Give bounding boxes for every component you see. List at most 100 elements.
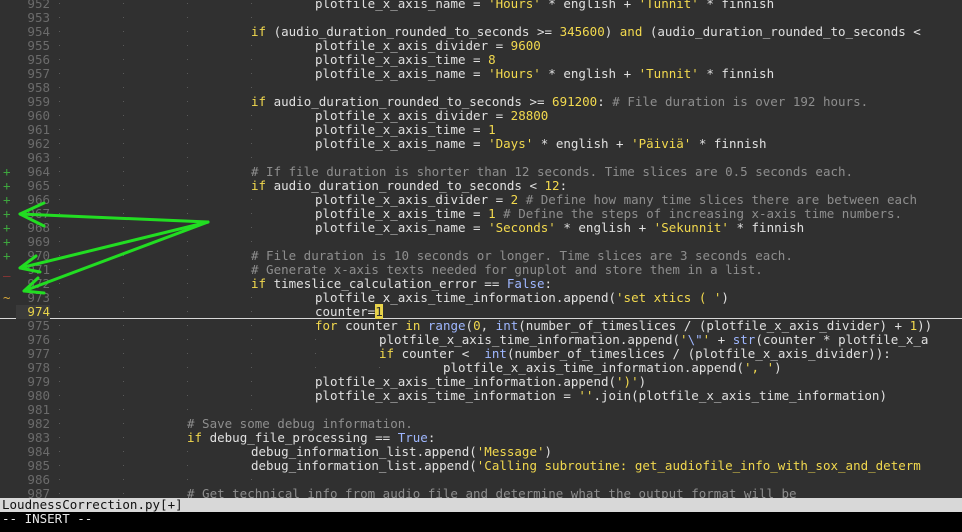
indent-guide xyxy=(315,347,316,361)
code-token: False xyxy=(506,276,545,291)
code-line[interactable]: 977 if counter < int(number_of_timeslices… xyxy=(0,347,962,361)
code-token: plotfile_x_axis_time_information = xyxy=(315,388,579,403)
code-line[interactable]: 984 debug_information_list.append('Messag… xyxy=(0,445,962,459)
code-line[interactable]: 983 if debug_file_processing == True: xyxy=(0,431,962,445)
line-number: 960 xyxy=(27,108,50,123)
code-text: plotfile_x_axis_time_information.append(… xyxy=(443,361,782,375)
indent-guide xyxy=(187,179,188,193)
indent-guide xyxy=(187,151,188,165)
code-token: timeslice_calculation_error == xyxy=(266,276,507,291)
indent-guide xyxy=(187,39,188,53)
code-line[interactable]: 985 debug_information_list.append('Callin… xyxy=(0,459,962,473)
line-number: 982 xyxy=(27,416,50,431)
code-line[interactable]: +964 # If file duration is shorter than 1… xyxy=(0,165,962,179)
code-line[interactable]: 953 xyxy=(0,11,962,25)
code-line[interactable]: _ 971 # Generate x-axis texts needed for g… xyxy=(0,263,962,277)
code-line[interactable]: +970 # File duration is 10 seconds or lon… xyxy=(0,249,962,263)
code-text: # Save some debug information. xyxy=(187,417,413,431)
code-token: debug_information_list.append( xyxy=(251,458,477,473)
indent-guide xyxy=(59,417,60,431)
indent-guide xyxy=(251,123,252,137)
code-line[interactable]: +965 if audio_duration_rounded_to_seconds… xyxy=(0,179,962,193)
code-line[interactable]: 980 plotfile_x_axis_time_information = ''… xyxy=(0,389,962,403)
code-text: counter=1 xyxy=(315,304,383,319)
code-line[interactable]: 974 counter=1 xyxy=(0,304,962,319)
code-token: # Define the steps of increasing x-axis … xyxy=(503,206,903,221)
diff-sign: ~ xyxy=(3,290,11,305)
indent-guide xyxy=(123,277,124,291)
code-editor[interactable]: 952 plotfile_x_axis_name = 'Hours' * engl… xyxy=(0,0,962,498)
code-token: 1 xyxy=(909,318,918,333)
indent-guide xyxy=(123,39,124,53)
code-line[interactable]: 960 plotfile_x_axis_divider = 28800 xyxy=(0,109,962,123)
indent-guide xyxy=(123,11,124,25)
code-token: * finnish xyxy=(698,66,775,81)
code-token: (number_of_timeslices / (plotfile_x_axis… xyxy=(518,318,910,333)
code-line[interactable]: 981 xyxy=(0,403,962,417)
status-line: LoudnessCorrection.py[+] xyxy=(0,498,962,512)
indent-guide xyxy=(59,277,60,291)
code-line[interactable]: ~973 plotfile_x_axis_time_information.app… xyxy=(0,291,962,305)
code-line[interactable]: 954 if (audio_duration_rounded_to_seconds… xyxy=(0,25,962,39)
code-line[interactable]: +968 plotfile_x_axis_name = 'Seconds' * e… xyxy=(0,221,962,235)
code-text: # Generate x-axis texts needed for gnupl… xyxy=(251,263,763,277)
indent-guide xyxy=(123,431,124,445)
indent-guide xyxy=(187,403,188,417)
indent-guide xyxy=(123,389,124,403)
indent-guide xyxy=(59,0,60,11)
code-token: plotfile_x_axis_name = xyxy=(315,220,489,235)
code-line[interactable]: 962 plotfile_x_axis_name = 'Days' * engli… xyxy=(0,137,962,151)
code-line[interactable]: 952 plotfile_x_axis_name = 'Hours' * engl… xyxy=(0,0,962,11)
code-line[interactable]: 986 xyxy=(0,473,962,487)
indent-guide xyxy=(59,151,60,165)
line-number: 980 xyxy=(27,388,50,403)
code-line[interactable]: 963 xyxy=(0,151,962,165)
code-token: 'Sekunnit' xyxy=(653,220,729,235)
code-line[interactable]: 978 plotfile_x_axis_time_information.appe… xyxy=(0,361,962,375)
code-line[interactable]: 979 plotfile_x_axis_time_information.appe… xyxy=(0,375,962,389)
code-line[interactable]: 956 plotfile_x_axis_time = 8 xyxy=(0,53,962,67)
line-number: 962 xyxy=(27,136,50,151)
indent-guide xyxy=(251,319,252,333)
code-line[interactable]: +967 plotfile_x_axis_time = 1 # Define th… xyxy=(0,207,962,221)
code-line[interactable]: 961 plotfile_x_axis_time = 1 xyxy=(0,123,962,137)
indent-guide xyxy=(59,123,60,137)
code-token: and xyxy=(619,24,643,39)
code-token: 'Tunnit' xyxy=(638,66,699,81)
code-token: audio_duration_rounded_to_seconds < xyxy=(266,178,545,193)
code-token: .join(plotfile_x_axis_time_information) xyxy=(593,388,887,403)
diff-sign: + xyxy=(3,248,11,263)
code-line[interactable]: 975 for counter in range(0, int(number_of… xyxy=(0,319,962,333)
code-token: debug_information_list.append( xyxy=(251,444,477,459)
line-number: 969 xyxy=(27,234,50,249)
code-token: plotfile_x_axis_name = xyxy=(315,66,489,81)
indent-guide xyxy=(187,123,188,137)
code-line[interactable]: +969 xyxy=(0,235,962,249)
code-line[interactable]: 976 plotfile_x_axis_time_information.appe… xyxy=(0,333,962,347)
line-number: 956 xyxy=(27,52,50,67)
code-token: 8 xyxy=(488,52,496,67)
code-line[interactable]: 955 plotfile_x_axis_divider = 9600 xyxy=(0,39,962,53)
code-line[interactable]: 982 # Save some debug information. xyxy=(0,417,962,431)
code-token: plotfile_x_axis_time = xyxy=(315,206,489,221)
code-line[interactable]: 958 xyxy=(0,81,962,95)
line-number: 967 xyxy=(27,206,50,221)
code-token: (counter * plotfile_x_a xyxy=(755,332,929,347)
code-line[interactable]: 957 plotfile_x_axis_name = 'Hours' * engl… xyxy=(0,67,962,81)
indent-guide xyxy=(251,193,252,207)
code-token: ) xyxy=(638,374,647,389)
code-token: if xyxy=(251,276,267,291)
indent-guide xyxy=(59,81,60,95)
indent-guide xyxy=(123,67,124,81)
indent-guide xyxy=(59,207,60,221)
code-token: : xyxy=(544,276,553,291)
code-line[interactable]: 959 if audio_duration_rounded_to_seconds … xyxy=(0,95,962,109)
code-token: (audio_duration_rounded_to_seconds >= xyxy=(266,24,560,39)
line-number: 972 xyxy=(27,276,50,291)
code-line[interactable]: +966 plotfile_x_axis_divider = 2 # Define… xyxy=(0,193,962,207)
indent-guide xyxy=(59,375,60,389)
indent-guide xyxy=(187,319,188,333)
code-line[interactable]: 972 if timeslice_calculation_error == Fal… xyxy=(0,277,962,291)
indent-guide xyxy=(187,375,188,389)
